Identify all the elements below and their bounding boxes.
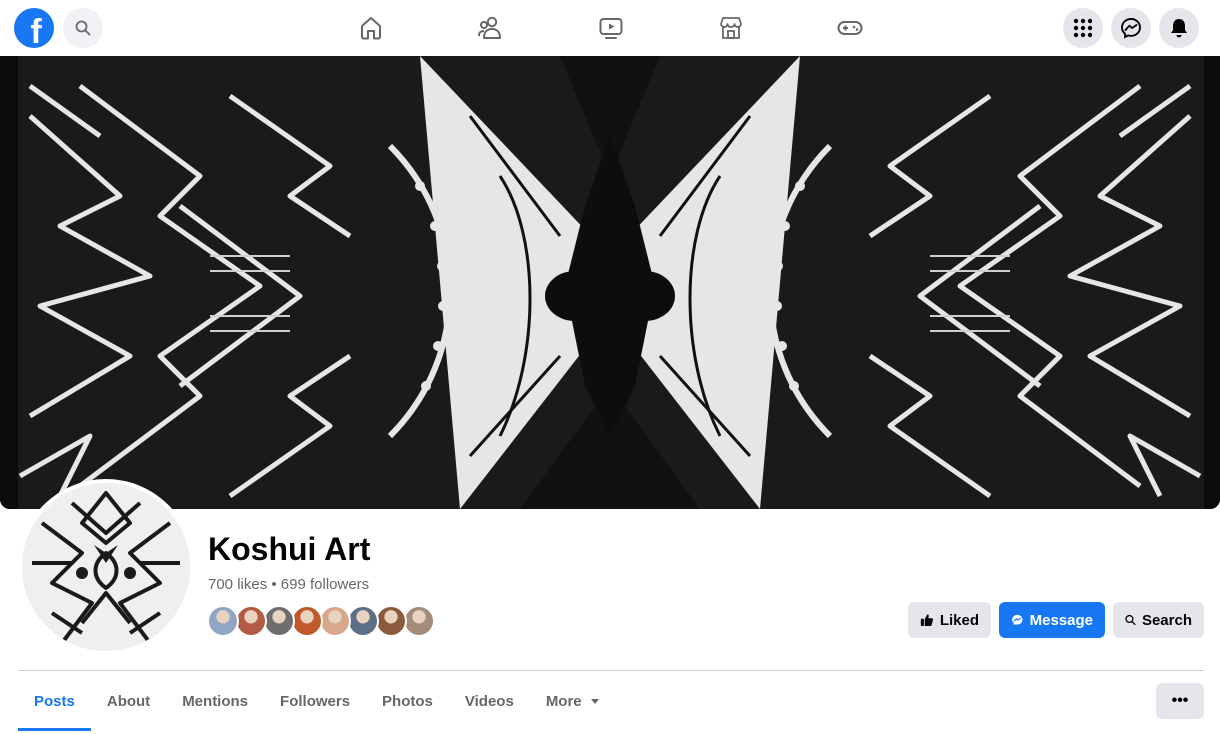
facebook-logo[interactable]: f	[14, 8, 54, 48]
notifications-button[interactable]	[1159, 8, 1199, 48]
friend-avatar[interactable]	[375, 605, 407, 637]
menu-grid-icon	[1073, 18, 1093, 38]
friends-who-like-avatars	[207, 605, 435, 637]
thumbs-up-icon	[920, 614, 934, 627]
page-tabs: Posts About Mentions Followers Photos Vi…	[18, 671, 616, 731]
nav-marketplace[interactable]	[715, 12, 747, 44]
tab-videos[interactable]: Videos	[449, 671, 530, 731]
tab-label: Followers	[280, 692, 351, 710]
cover-artwork	[0, 56, 1220, 509]
friend-avatar[interactable]	[403, 605, 435, 637]
liked-button[interactable]: Liked	[908, 602, 991, 638]
watch-icon	[599, 18, 623, 39]
profile-artwork	[22, 483, 190, 651]
search-page-button[interactable]: Search	[1113, 602, 1204, 638]
friends-icon	[478, 16, 501, 39]
messenger-icon	[1121, 18, 1141, 39]
tab-label: Photos	[382, 692, 433, 710]
search-button[interactable]	[63, 8, 103, 48]
search-button-label: Search	[1141, 611, 1192, 629]
tab-mentions[interactable]: Mentions	[166, 671, 264, 731]
tab-label: More	[545, 692, 582, 710]
gaming-icon	[837, 21, 863, 35]
search-icon	[75, 20, 91, 36]
message-button[interactable]: Message	[999, 602, 1105, 638]
messenger-button[interactable]	[1111, 8, 1151, 48]
more-options-button[interactable]: •••	[1156, 683, 1204, 719]
tab-posts[interactable]: Posts	[18, 671, 91, 731]
tab-about[interactable]: About	[91, 671, 166, 731]
caret-down-icon	[590, 699, 599, 704]
tab-label: Videos	[464, 692, 514, 710]
nav-watch[interactable]	[595, 12, 627, 44]
page-profile-picture[interactable]	[18, 479, 194, 655]
message-button-label: Message	[1029, 611, 1093, 629]
home-icon	[361, 17, 381, 40]
tab-followers[interactable]: Followers	[264, 671, 366, 731]
friend-avatar[interactable]	[291, 605, 323, 637]
tab-label: Mentions	[182, 692, 249, 710]
tab-label: Posts	[34, 692, 75, 710]
marketplace-icon	[720, 17, 742, 39]
notifications-icon	[1171, 19, 1187, 38]
cover-photo[interactable]	[0, 56, 1220, 509]
nav-home[interactable]	[355, 12, 387, 44]
more-options-icon: •••	[1171, 692, 1189, 709]
tab-photos[interactable]: Photos	[366, 671, 449, 731]
facebook-logo-letter: f	[30, 13, 42, 48]
page-title: Koshui Art	[208, 531, 371, 567]
tab-label: About	[106, 692, 151, 710]
messenger-icon	[1012, 614, 1023, 626]
page-stats[interactable]: 700 likes • 699 followers	[208, 576, 369, 593]
top-navigation-bar: f	[0, 0, 1220, 56]
nav-friends[interactable]	[475, 12, 507, 44]
nav-gaming[interactable]	[834, 12, 866, 44]
tab-more[interactable]: More	[530, 671, 616, 731]
menu-button[interactable]	[1063, 8, 1103, 48]
friend-avatar[interactable]	[319, 605, 351, 637]
friend-avatar[interactable]	[347, 605, 379, 637]
friend-avatar[interactable]	[207, 605, 239, 637]
search-icon	[1125, 614, 1136, 626]
friend-avatar[interactable]	[235, 605, 267, 637]
friend-avatar[interactable]	[263, 605, 295, 637]
liked-button-label: Liked	[939, 611, 979, 629]
